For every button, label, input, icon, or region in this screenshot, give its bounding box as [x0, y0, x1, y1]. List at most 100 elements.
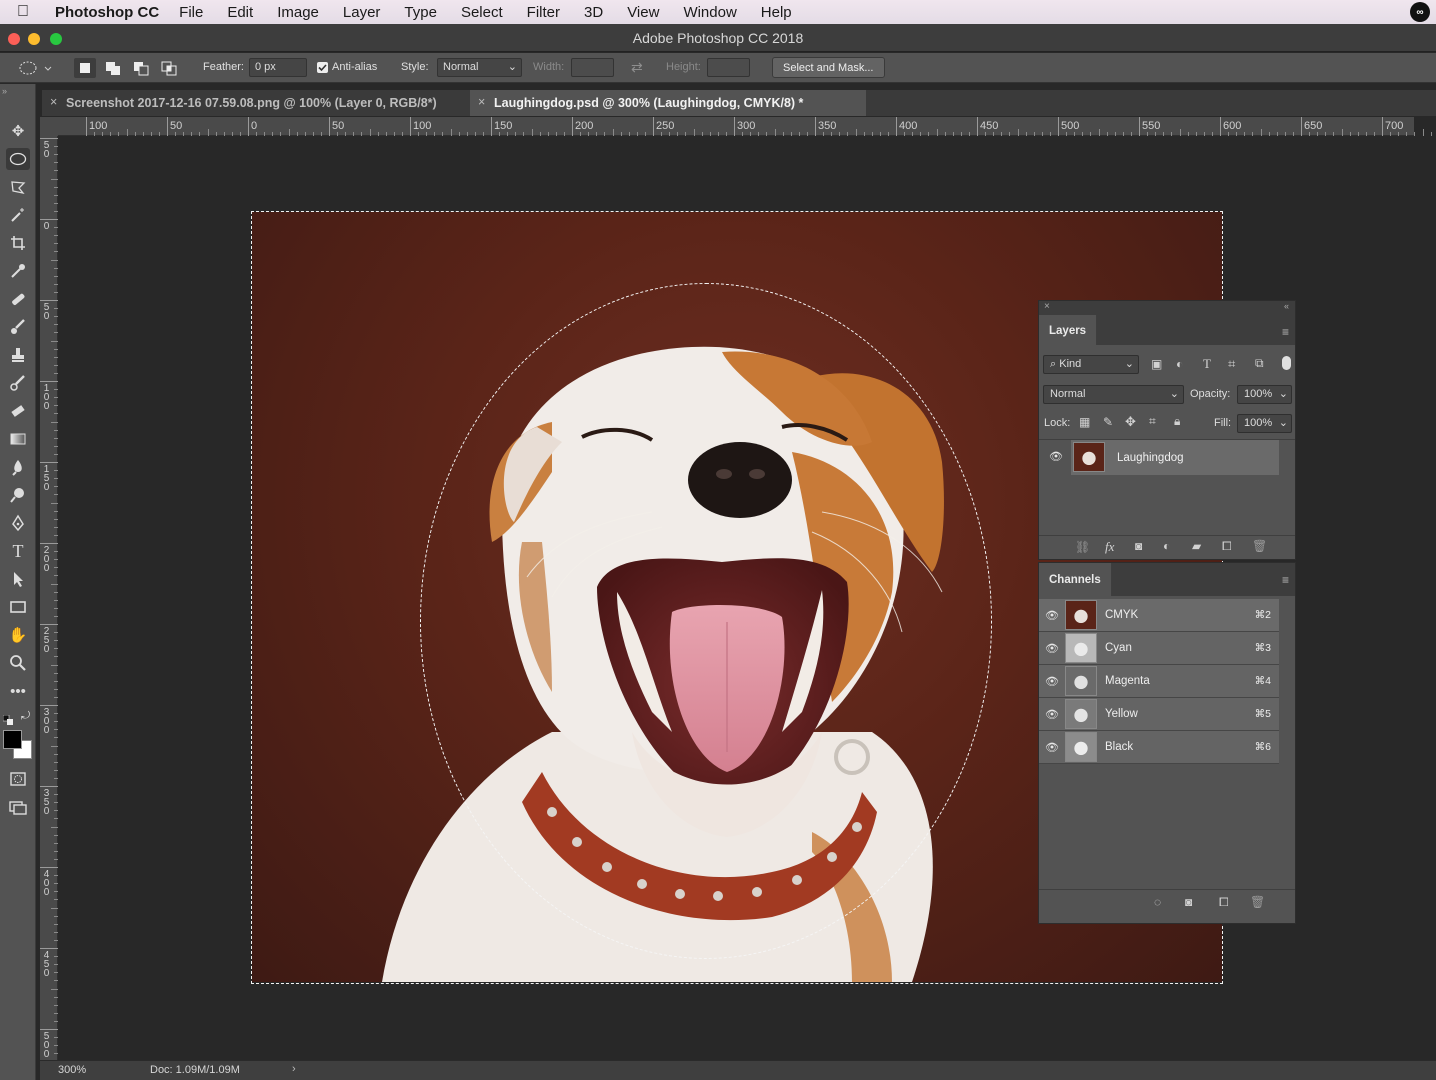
channel-row-magenta[interactable]: 👁︎ Magenta ⌘4 [1039, 665, 1279, 698]
width-input[interactable] [571, 58, 614, 77]
more-tools-icon[interactable]: ••• [6, 680, 30, 702]
feather-input[interactable]: 0 px [249, 58, 307, 77]
panel-menu-icon[interactable]: ≡ [1282, 325, 1289, 339]
style-select[interactable]: Normal ⌄ [437, 58, 522, 77]
status-menu-chevron-icon[interactable]: › [292, 1063, 296, 1075]
lock-all-icon[interactable]: 🔒︎ [1174, 414, 1180, 429]
opacity-input[interactable]: 100% ⌄ [1237, 385, 1292, 404]
save-selection-icon[interactable]: ◙ [1185, 895, 1192, 909]
trash-icon[interactable]: 🗑︎ [1252, 539, 1267, 553]
blend-mode-select[interactable]: Normal ⌄ [1043, 385, 1184, 404]
antialias-checkbox[interactable] [317, 62, 328, 73]
menu-type[interactable]: Type [404, 4, 437, 21]
filter-toggle-switch[interactable] [1282, 356, 1291, 370]
menu-3d[interactable]: 3D [584, 4, 603, 21]
rectangle-tool-icon[interactable] [6, 596, 30, 618]
pen-tool-icon[interactable] [6, 512, 30, 534]
vertical-ruler[interactable]: 50050100150200250300350400450500 [40, 136, 58, 1079]
panel-menu-icon[interactable]: ≡ [1282, 573, 1289, 587]
menu-select[interactable]: Select [461, 4, 503, 21]
new-channel-icon[interactable]: ⧠ [1219, 895, 1229, 910]
close-tab-icon[interactable]: × [478, 95, 485, 109]
channel-row-cyan[interactable]: 👁︎ Cyan ⌘3 [1039, 632, 1279, 665]
zoom-level[interactable]: 300% [58, 1064, 86, 1076]
lock-position-icon[interactable]: ✥ [1125, 414, 1136, 430]
menu-edit[interactable]: Edit [227, 4, 253, 21]
hand-tool-icon[interactable]: ✋ [6, 624, 30, 646]
apple-menu-icon[interactable]:  [17, 3, 43, 21]
layer-name[interactable]: Laughingdog [1117, 452, 1184, 464]
menu-view[interactable]: View [627, 4, 659, 21]
lasso-tool-icon[interactable] [6, 176, 30, 198]
fx-icon[interactable]: fx [1105, 539, 1114, 555]
type-tool-icon[interactable]: T [6, 540, 30, 562]
adjustment-layer-icon[interactable]: ◐ [1163, 539, 1170, 553]
lock-image-pixels-icon[interactable]: ✎ [1103, 415, 1113, 429]
close-panel-icon[interactable]: × [1044, 301, 1050, 312]
trash-icon[interactable]: 🗑︎ [1250, 895, 1265, 909]
path-selection-tool-icon[interactable] [6, 568, 30, 590]
history-brush-tool-icon[interactable] [6, 372, 30, 394]
eye-icon[interactable]: 👁︎ [1045, 609, 1059, 622]
blur-tool-icon[interactable] [6, 456, 30, 478]
default-colors-icon[interactable] [2, 712, 14, 725]
crop-tool-icon[interactable] [6, 232, 30, 254]
elliptical-marquee-tool-icon[interactable] [6, 148, 30, 170]
horizontal-ruler[interactable]: 100 50 0 50 100 150 200 250 300 350 400 450 500 550 60… [58, 117, 1432, 136]
subtract-from-selection-button[interactable] [130, 58, 152, 78]
app-menu[interactable]: Photoshop CC [55, 4, 159, 21]
new-selection-button[interactable] [74, 58, 96, 78]
eyedropper-tool-icon[interactable] [6, 260, 30, 282]
zoom-tool-icon[interactable] [6, 652, 30, 674]
filter-type-icon[interactable]: T [1203, 356, 1211, 372]
gradient-tool-icon[interactable] [6, 428, 30, 450]
healing-brush-tool-icon[interactable] [6, 288, 30, 310]
menu-window[interactable]: Window [683, 4, 736, 21]
intersect-selection-button[interactable] [158, 58, 180, 78]
screen-mode-icon[interactable] [6, 796, 30, 818]
document-tab-screenshot[interactable]: × Screenshot 2017-12-16 07.59.08.png @ 1… [42, 90, 469, 116]
swap-colors-icon[interactable]: ⤾ [21, 710, 30, 723]
filter-smart-object-icon[interactable]: ⧉ [1255, 356, 1264, 371]
filter-pixel-icon[interactable]: ▣ [1151, 357, 1162, 371]
menu-layer[interactable]: Layer [343, 4, 381, 21]
eye-icon[interactable]: 👁︎ [1045, 741, 1059, 754]
eye-icon[interactable]: 👁︎ [1045, 708, 1059, 721]
channel-row-black[interactable]: 👁︎ Black ⌘6 [1039, 731, 1279, 764]
collapse-panel-icon[interactable]: « [1284, 301, 1289, 311]
tool-preset-picker[interactable] [18, 59, 56, 77]
menu-help[interactable]: Help [761, 4, 792, 21]
fill-input[interactable]: 100% ⌄ [1237, 414, 1292, 433]
menu-filter[interactable]: Filter [527, 4, 560, 21]
document-tab-laughingdog[interactable]: × Laughingdog.psd @ 300% (Laughingdog, C… [470, 90, 866, 116]
swap-dimensions-icon[interactable]: ⇄ [631, 59, 643, 76]
channels-tab[interactable]: Channels [1039, 563, 1112, 596]
layer-filter-select[interactable]: ⌕ Kind ⌄ [1043, 355, 1139, 374]
layers-tab[interactable]: Layers [1039, 315, 1098, 345]
filter-adjustment-icon[interactable]: ◐ [1176, 357, 1183, 371]
lock-transparent-icon[interactable]: ▦ [1079, 415, 1090, 429]
collapse-icon[interactable]: » [2, 86, 7, 96]
foreground-color-swatch[interactable] [3, 730, 22, 749]
lock-artboard-icon[interactable]: ⌗ [1149, 414, 1156, 429]
menu-image[interactable]: Image [277, 4, 319, 21]
add-mask-icon[interactable]: ◙ [1135, 539, 1142, 553]
ruler-origin[interactable] [40, 117, 58, 136]
dodge-tool-icon[interactable] [6, 484, 30, 506]
magic-wand-tool-icon[interactable] [6, 204, 30, 226]
move-tool-icon[interactable]: ✥ [6, 120, 30, 142]
brush-tool-icon[interactable] [6, 316, 30, 338]
eye-icon[interactable]: 👁︎ [1045, 675, 1059, 688]
eye-icon[interactable]: 👁︎ [1045, 642, 1059, 655]
eye-icon[interactable]: 👁︎ [1049, 450, 1063, 463]
add-to-selection-button[interactable] [102, 58, 124, 78]
clone-stamp-tool-icon[interactable] [6, 344, 30, 366]
elliptical-selection-outline[interactable] [420, 283, 992, 959]
new-layer-icon[interactable]: ⧠ [1222, 539, 1232, 554]
channel-row-cmyk[interactable]: 👁︎ CMYK ⌘2 [1039, 599, 1279, 632]
filter-shape-icon[interactable]: ⌗ [1228, 356, 1235, 372]
height-input[interactable] [707, 58, 750, 77]
channel-row-yellow[interactable]: 👁︎ Yellow ⌘5 [1039, 698, 1279, 731]
menu-file[interactable]: File [179, 4, 203, 21]
load-selection-icon[interactable]: ◌ [1154, 895, 1161, 909]
